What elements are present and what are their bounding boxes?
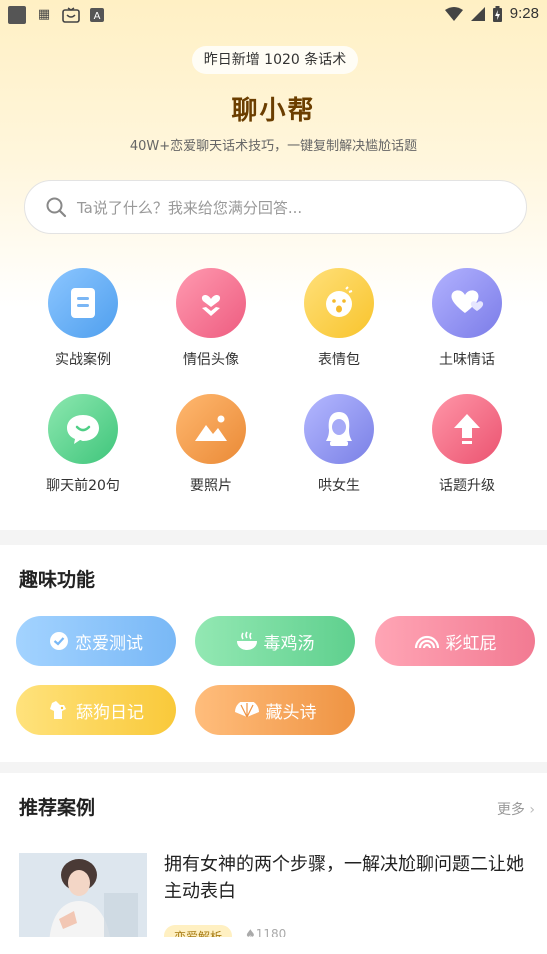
daily-new-badge: 昨日新增 1020 条话术 <box>192 46 358 74</box>
grid-label: 聊天前20句 <box>46 478 120 494</box>
app-notification-icon <box>8 6 26 24</box>
bottom-nav <box>0 937 547 954</box>
recommended-section: 推荐案例 更多 › 拥有女神的两个步骤，一解决尬聊问题二让她主动表白 恋爱解析 … <box>0 773 547 948</box>
love-test-button[interactable]: 恋爱测试 <box>16 616 176 666</box>
rainbow-fart-button[interactable]: 彩虹屁 <box>375 616 535 666</box>
section-title: 推荐案例 <box>19 797 96 819</box>
fan-icon <box>234 702 259 718</box>
grid-item-coax-girl[interactable]: 哄女生 <box>275 394 403 495</box>
grid-label: 话题升级 <box>439 478 495 494</box>
case-thumbnail[interactable] <box>19 853 147 943</box>
hearts-icon <box>432 268 502 338</box>
app-title: 聊小帮 <box>231 96 316 126</box>
girl-icon <box>304 394 374 464</box>
bowl-icon <box>236 631 257 650</box>
chip-label: 毒鸡汤 <box>263 633 315 654</box>
search-placeholder: Ta说了什么？我来给您满分回答... <box>77 198 303 217</box>
document-icon <box>48 268 118 338</box>
status-time: 9:28 <box>509 5 539 22</box>
acrostic-poem-button[interactable]: 藏头诗 <box>195 685 355 735</box>
chip-label: 彩虹屁 <box>445 633 497 654</box>
section-title: 趣味功能 <box>19 569 96 591</box>
check-badge-icon <box>50 632 68 650</box>
grid-item-cases[interactable]: 实战案例 <box>19 268 147 369</box>
rainbow-icon <box>414 635 439 649</box>
grid-item-ask-photo[interactable]: 要照片 <box>147 394 275 495</box>
tv-icon <box>62 7 80 23</box>
grid-label: 要照片 <box>190 478 232 494</box>
font-a-icon: A <box>90 8 104 22</box>
signal-icon <box>470 6 485 21</box>
fun-features-section: 趣味功能 恋爱测试 毒鸡汤 彩虹屁 舔狗日记 藏头诗 <box>0 545 547 762</box>
qr-icon: ▦ <box>37 7 51 22</box>
grid-label: 情侣头像 <box>183 352 239 368</box>
heart-hand-icon <box>176 268 246 338</box>
emoji-face-icon <box>304 268 374 338</box>
chip-label: 舔狗日记 <box>76 702 144 723</box>
grid-item-topic-upgrade[interactable]: 话题升级 <box>403 394 531 495</box>
battery-icon <box>492 5 502 22</box>
grid-item-first-20[interactable]: 聊天前20句 <box>19 394 147 495</box>
svg-text:A: A <box>94 11 101 22</box>
simp-diary-button[interactable]: 舔狗日记 <box>16 685 176 735</box>
wifi-icon <box>444 6 463 21</box>
arrow-up-icon <box>432 394 502 464</box>
poison-soup-button[interactable]: 毒鸡汤 <box>195 616 355 666</box>
grid-label: 哄女生 <box>318 478 360 494</box>
grid-label: 土味情话 <box>439 352 495 368</box>
search-icon <box>46 197 67 218</box>
grid-item-cheesy-lines[interactable]: 土味情话 <box>403 268 531 369</box>
app-subtitle: 40W+恋爱聊天话术技巧，一键复制解决尴尬话题 <box>129 139 418 154</box>
chip-label: 藏头诗 <box>265 702 317 723</box>
chip-label: 恋爱测试 <box>75 633 143 654</box>
grid-item-stickers[interactable]: 表情包 <box>275 268 403 369</box>
more-link[interactable]: 更多 › <box>497 799 535 819</box>
more-label: 更多 <box>496 802 525 818</box>
photo-icon <box>176 394 246 464</box>
grid-item-couple-avatar[interactable]: 情侣头像 <box>147 268 275 369</box>
grid-label: 表情包 <box>318 352 360 368</box>
search-bar[interactable]: Ta说了什么？我来给您满分回答... <box>24 180 527 234</box>
chevron-right-icon: › <box>529 802 535 818</box>
chat-bubble-icon <box>48 394 118 464</box>
case-title[interactable]: 拥有女神的两个步骤，一解决尬聊问题二让她主动表白 <box>164 851 534 905</box>
status-bar: ▦ A 9:28 <box>0 0 547 30</box>
grid-label: 实战案例 <box>55 352 111 368</box>
dog-icon <box>50 701 66 719</box>
